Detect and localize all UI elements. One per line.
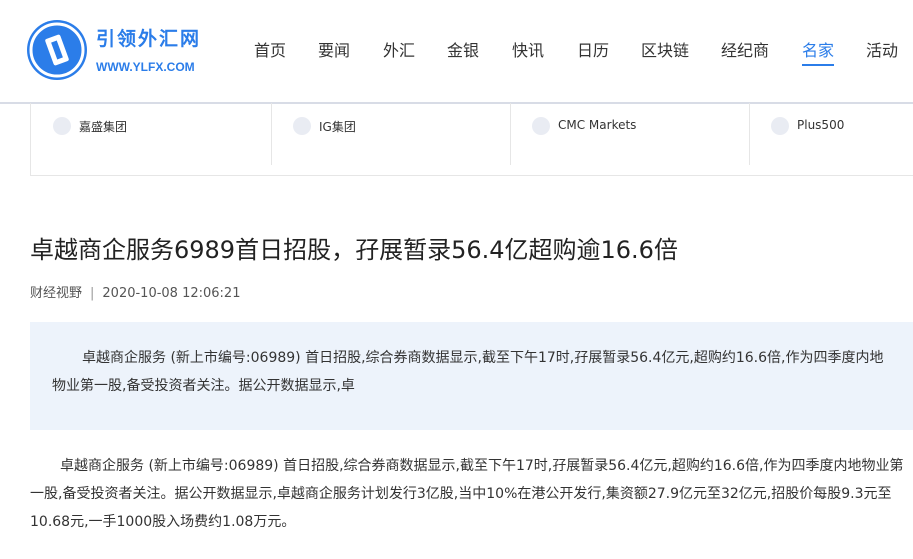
article-meta: 财经视野 | 2020-10-08 12:06:21 <box>30 282 240 301</box>
broker-name: IG集团 <box>319 120 356 134</box>
broker-name: 嘉盛集团 <box>79 120 128 134</box>
broker-strip: 嘉盛集团 IG集团 CMC Markets Plus500 <box>30 103 913 176</box>
meta-separator: | <box>90 286 95 301</box>
nav-item-gold-silver[interactable]: 金银 <box>447 40 479 64</box>
broker-logo-icon <box>532 117 550 135</box>
nav-item-forex[interactable]: 外汇 <box>383 40 415 64</box>
site-header: 引领外汇网 WWW.YLFX.COM 首页 要闻 外汇 金银 快讯 日历 区块链… <box>0 0 913 104</box>
broker-item[interactable]: CMC Markets <box>510 103 749 165</box>
broker-logo-icon <box>771 117 789 135</box>
broker-logo-icon <box>293 117 311 135</box>
broker-item[interactable]: Plus500 <box>749 103 913 165</box>
nav-item-blockchain[interactable]: 区块链 <box>641 40 689 64</box>
article-summary: 卓越商企服务 (新上市编号:06989) 首日招股,综合券商数据显示,截至下午1… <box>52 350 884 394</box>
nav-item-experts[interactable]: 名家 <box>802 40 835 66</box>
nav-item-flash[interactable]: 快讯 <box>512 40 544 64</box>
article-title: 卓越商企服务6989首日招股，孖展暂录56.4亿超购逾16.6倍 <box>30 236 678 264</box>
nav-item-brokers[interactable]: 经纪商 <box>721 40 769 64</box>
nav-item-calendar[interactable]: 日历 <box>577 40 609 64</box>
site-url[interactable]: WWW.YLFX.COM <box>96 60 195 74</box>
article-summary-box: 卓越商企服务 (新上市编号:06989) 首日招股,综合券商数据显示,截至下午1… <box>30 322 913 430</box>
article-source[interactable]: 财经视野 <box>30 286 82 301</box>
broker-item[interactable]: 嘉盛集团 <box>31 103 271 165</box>
nav-item-events[interactable]: 活动 <box>866 40 898 64</box>
broker-name: CMC Markets <box>558 118 637 132</box>
broker-name: Plus500 <box>797 118 845 132</box>
site-name[interactable]: 引领外汇网 <box>96 24 201 51</box>
article-datetime: 2020-10-08 12:06:21 <box>102 286 241 301</box>
article-body: 卓越商企服务 (新上市编号:06989) 首日招股,综合券商数据显示,截至下午1… <box>30 458 904 530</box>
site-logo-icon[interactable] <box>27 20 87 80</box>
nav-item-news[interactable]: 要闻 <box>318 40 350 64</box>
broker-item[interactable]: IG集团 <box>271 103 511 165</box>
broker-logo-icon <box>53 117 71 135</box>
nav-item-home[interactable]: 首页 <box>254 40 286 64</box>
